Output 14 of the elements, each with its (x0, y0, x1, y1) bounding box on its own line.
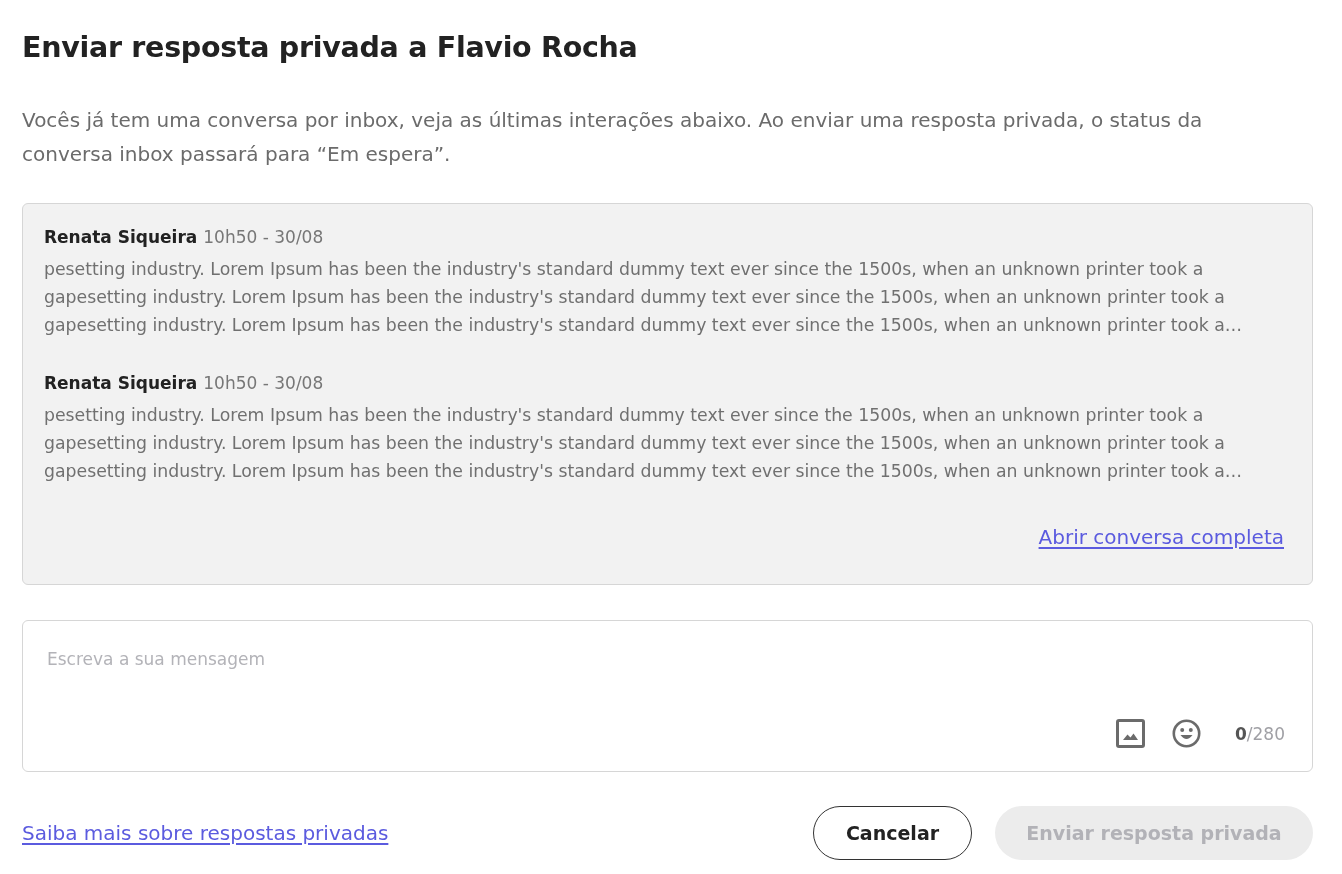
message-author: Renata Siqueira (44, 226, 198, 249)
message-text: pesetting industry. Lorem Ipsum has been the industry's standard dummy text ever since the 1500s, when an unknown printer took a gapesetting industry. Lorem Ipsum has been the industry's standard dummy text ever since the 1500s, when an unknown printer took a gapesetting industry. Lorem Ipsum has been the industry's standard dummy text ever since the 1500s, when an unknown printer took a… (44, 404, 1244, 483)
learn-more-link[interactable]: Saiba mais sobre respostas privadas (22, 818, 389, 848)
cancel-button[interactable]: Cancelar (813, 806, 972, 860)
image-icon[interactable] (1115, 719, 1145, 748)
character-counter: 0/280 (1234, 722, 1285, 746)
smiley-icon[interactable] (1171, 719, 1201, 748)
message-author: Renata Siqueira (44, 372, 198, 395)
dialog-title: Enviar resposta privada a Flavio Rocha (22, 30, 638, 66)
open-conversation-link[interactable]: Abrir conversa completa (1038, 522, 1284, 552)
message-text: pesetting industry. Lorem Ipsum has been the industry's standard dummy text ever since the 1500s, when an unknown printer took a gapesetting industry. Lorem Ipsum has been the industry's standard dummy text ever since the 1500s, when an unknown printer took a gapesetting industry. Lorem Ipsum has been the industry's standard dummy text ever since the 1500s, when an unknown printer took a… (44, 258, 1244, 337)
message-time: 10h50 - 30/08 (203, 372, 324, 395)
message-time: 10h50 - 30/08 (203, 226, 324, 249)
dialog-description: Vocês já tem uma conversa por inbox, veja as últimas interações abaixo. Ao enviar uma resposta privada, o status da conversa inbox passará para “Em espera”. (22, 107, 1203, 168)
